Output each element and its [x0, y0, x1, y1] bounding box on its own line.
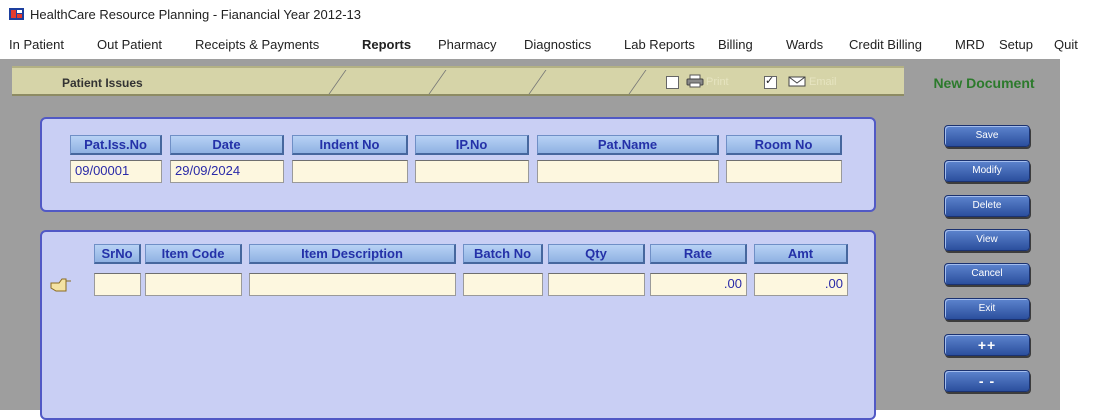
menu-bar: In Patient Out Patient Receipts & Paymen… — [0, 30, 1099, 56]
col-room-no: Room No — [726, 135, 842, 155]
pat-iss-no-field[interactable]: 09/00001 — [70, 160, 162, 183]
delete-button[interactable]: Delete — [944, 195, 1030, 217]
header-divider — [328, 70, 347, 94]
indent-no-field[interactable] — [292, 160, 408, 183]
item-code-field[interactable] — [145, 273, 242, 296]
batch-no-field[interactable] — [463, 273, 543, 296]
app-icon — [9, 8, 24, 20]
cancel-button[interactable]: Cancel — [944, 263, 1030, 285]
menu-wards[interactable]: Wards — [786, 37, 823, 52]
row-pointer-icon — [50, 278, 71, 292]
menu-reports[interactable]: Reports — [362, 37, 411, 52]
menu-pharmacy[interactable]: Pharmacy — [438, 37, 497, 52]
col-rate: Rate — [650, 244, 747, 264]
window-title: HealthCare Resource Planning - Fianancia… — [30, 7, 361, 22]
exit-button[interactable]: Exit — [944, 298, 1030, 320]
qty-field[interactable] — [548, 273, 645, 296]
menu-receipts-payments[interactable]: Receipts & Payments — [195, 37, 319, 52]
menu-billing[interactable]: Billing — [718, 37, 753, 52]
col-srno: SrNo — [94, 244, 141, 264]
menu-mrd[interactable]: MRD — [955, 37, 985, 52]
next-record-button[interactable]: ++ — [944, 334, 1030, 356]
menu-quit[interactable]: Quit — [1054, 37, 1078, 52]
rate-field[interactable]: .00 — [650, 273, 747, 296]
email-label-faint: Email — [809, 76, 837, 88]
view-button[interactable]: View — [944, 229, 1030, 251]
col-indent-no: Indent No — [292, 135, 408, 155]
menu-diagnostics[interactable]: Diagnostics — [524, 37, 591, 52]
col-batch-no: Batch No — [463, 244, 543, 264]
col-qty: Qty — [548, 244, 645, 264]
previous-record-button[interactable]: - - — [944, 370, 1030, 392]
printer-icon — [686, 74, 704, 88]
amt-field[interactable]: .00 — [754, 273, 848, 296]
col-amt: Amt — [754, 244, 848, 264]
menu-credit-billing[interactable]: Credit Billing — [849, 37, 922, 52]
title-bar: HealthCare Resource Planning - Fianancia… — [0, 0, 1099, 28]
document-header: Patient Issues Print Email — [12, 66, 904, 96]
srno-field[interactable] — [94, 273, 141, 296]
pat-name-field[interactable] — [537, 160, 719, 183]
email-icon — [788, 76, 806, 87]
col-date: Date — [170, 135, 284, 155]
save-button[interactable]: Save — [944, 125, 1030, 147]
modify-button[interactable]: Modify — [944, 160, 1030, 182]
date-field[interactable]: 29/09/2024 — [170, 160, 284, 183]
item-description-field[interactable] — [249, 273, 456, 296]
ip-no-field[interactable] — [415, 160, 529, 183]
menu-in-patient[interactable]: In Patient — [9, 37, 64, 52]
header-divider — [528, 70, 547, 94]
menu-setup[interactable]: Setup — [999, 37, 1033, 52]
print-label-faint: Print — [706, 76, 729, 88]
col-item-description: Item Description — [249, 244, 456, 264]
menu-out-patient[interactable]: Out Patient — [97, 37, 162, 52]
menu-lab-reports[interactable]: Lab Reports — [624, 37, 695, 52]
col-pat-name: Pat.Name — [537, 135, 719, 155]
document-status: New Document — [933, 75, 1035, 91]
print-checkbox[interactable] — [666, 76, 679, 89]
col-pat-iss-no: Pat.Iss.No — [70, 135, 162, 155]
col-item-code: Item Code — [145, 244, 242, 264]
form-title: Patient Issues — [62, 76, 143, 90]
header-divider — [428, 70, 447, 94]
email-checkbox[interactable] — [764, 74, 777, 89]
col-ip-no: IP.No — [415, 135, 529, 155]
header-divider — [628, 70, 647, 94]
room-no-field[interactable] — [726, 160, 842, 183]
